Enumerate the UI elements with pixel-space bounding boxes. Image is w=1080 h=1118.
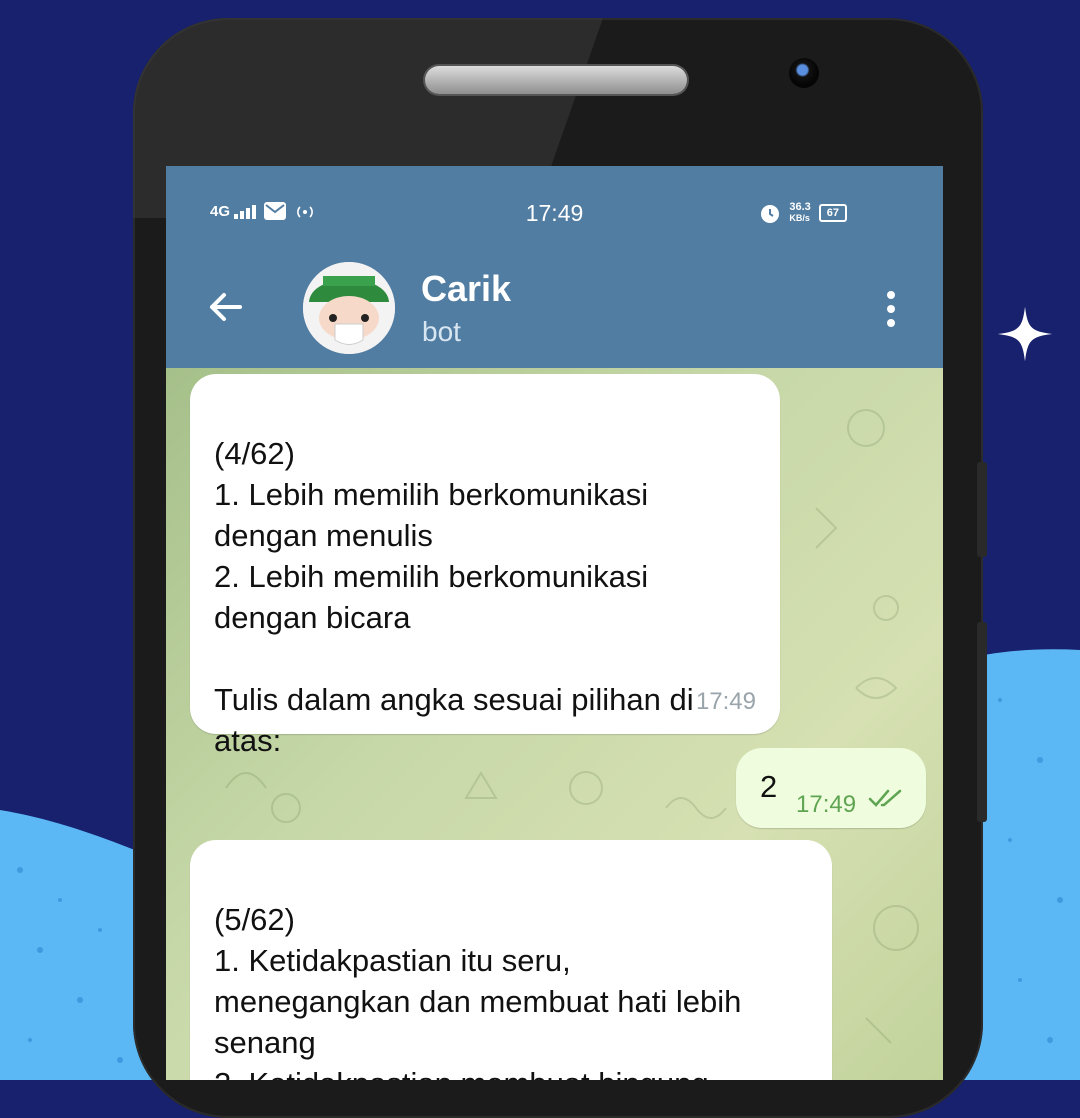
network-speed: 36.3 KB/s — [789, 202, 810, 224]
chat-area[interactable]: (4/62) 1. Lebih memilih berkomunikasi de… — [166, 368, 943, 1080]
incoming-message: (5/62) 1. Ketidakpastian itu seru, meneg… — [190, 840, 832, 1080]
message-text: (5/62) 1. Ketidakpastian itu seru, meneg… — [214, 902, 742, 1080]
chat-header: Carik bot — [166, 252, 943, 368]
battery-indicator: 67 — [818, 204, 847, 222]
sparkle-icon — [997, 306, 1053, 362]
status-bar: 4G 17:49 36.3 KB/s 67 — [166, 166, 943, 252]
speed-unit: KB/s — [789, 213, 810, 223]
double-check-icon — [868, 789, 902, 807]
alarm-icon — [761, 205, 780, 223]
message-time: 17:49 — [695, 688, 756, 715]
volume-button — [977, 462, 987, 557]
incoming-message: (4/62) 1. Lebih memilih berkomunikasi de… — [190, 374, 780, 758]
earpiece-speaker — [425, 66, 687, 94]
front-camera — [789, 58, 819, 88]
message-text: (4/62) 1. Lebih memilih berkomunikasi de… — [214, 436, 694, 758]
outgoing-message: 2 17:49 — [736, 748, 926, 828]
bot-avatar-illustration — [303, 262, 395, 354]
chat-title: Carik — [421, 268, 512, 309]
message-time: 17:49 — [796, 791, 857, 818]
phone-screen: 4G 17:49 36.3 KB/s 67 Carik bot (4/62) 1… — [166, 166, 943, 1080]
chat-subtitle: bot — [422, 316, 461, 347]
status-right-icons: 36.3 KB/s 67 — [759, 202, 847, 224]
more-vert-icon[interactable] — [876, 288, 906, 330]
back-arrow-icon[interactable] — [204, 286, 246, 328]
speed-value: 36.3 — [789, 201, 811, 213]
power-button — [977, 622, 987, 822]
avatar[interactable] — [303, 262, 395, 354]
message-text: 2 — [760, 769, 778, 804]
